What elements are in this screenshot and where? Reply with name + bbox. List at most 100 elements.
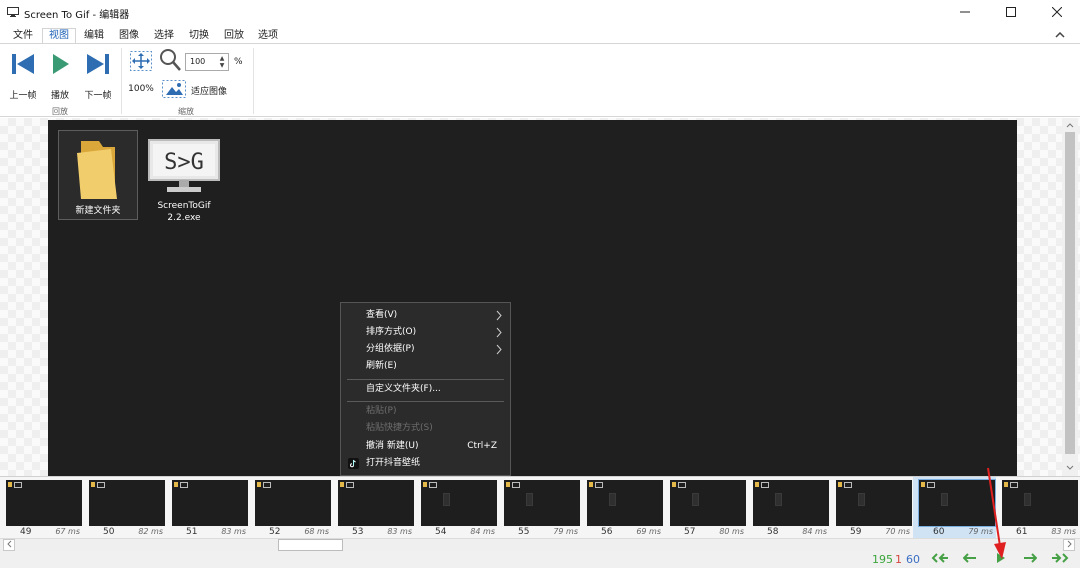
first-frame-button[interactable] [930,552,950,567]
next-frame-nav-button[interactable] [1020,552,1040,567]
last-frame-button[interactable] [1050,552,1070,567]
frame-number: 50 [103,527,115,537]
menu-item-undo-new[interactable]: 撤消 新建(U) Ctrl+Z [341,438,510,455]
exe-label-line1: ScreenToGif [157,201,211,211]
exe-label-line2: 2.2.exe [167,213,201,223]
frame-thumbnail [6,480,82,526]
horizontal-scrollbar[interactable] [0,538,1080,551]
ribbon: 上一帧 播放 下一帧 回放 100 ▲ ▼ % 100% 适应图像 缩放 [0,43,1080,117]
tiktok-icon [348,458,359,476]
menu-item-refresh[interactable]: 刷新(E) [341,358,510,375]
scroll-down-button[interactable] [1062,460,1078,474]
frame-thumbnail [836,480,912,526]
frame-item[interactable]: 54 84 ms [415,477,498,539]
skip-previous-icon [11,52,35,79]
previous-frame-nav-button[interactable] [960,552,980,567]
vertical-scrollbar[interactable] [1062,118,1078,476]
frame-thumbnail [504,480,580,526]
frame-thumbnail [587,480,663,526]
frame-delay: 84 ms [470,527,495,536]
frame-item[interactable]: 58 84 ms [747,477,830,539]
menu-separator [347,379,504,380]
frame-item[interactable]: 57 80 ms [664,477,747,539]
ribbon-tab-bar: 文件 视图 编辑 图像 选择 切换 回放 选项 [0,26,1080,44]
frame-item[interactable]: 51 83 ms [166,477,249,539]
arrow-right-icon [1023,553,1038,566]
frame-number: 52 [269,527,281,537]
playback-group-label: 回放 [52,107,68,116]
horizontal-scroll-thumb[interactable] [278,539,343,551]
frame-thumbnail [1002,480,1078,526]
frame-thumbnail [670,480,746,526]
maximize-button[interactable] [988,0,1034,26]
menu-item-label: 查看(V) [366,310,398,320]
tab-view[interactable]: 视图 [42,28,76,44]
frame-item[interactable]: 61 83 ms [996,477,1079,539]
play-icon [51,52,71,79]
next-frame-button[interactable]: 下一帧 [80,48,116,104]
screentogif-monitor-icon: S>G [147,138,221,197]
chevron-up-icon [1055,30,1065,41]
frame-item[interactable]: 50 82 ms [83,477,166,539]
frame-item[interactable]: 53 83 ms [332,477,415,539]
scroll-left-button[interactable] [3,539,15,551]
frame-item[interactable]: 49 67 ms [0,477,83,539]
close-button[interactable] [1034,0,1080,26]
frame-number: 58 [767,527,779,537]
menu-item-paste-shortcut: 粘贴快捷方式(S) [341,420,510,437]
minimize-button[interactable] [942,0,988,26]
menu-item-open-douyin-wallpaper[interactable]: 打开抖音壁纸 [341,455,510,472]
menu-item-customize-folder[interactable]: 自定义文件夹(F)... [341,381,510,398]
play-button[interactable]: 播放 [44,48,76,104]
zoom-input[interactable]: 100 ▲ ▼ [185,53,229,71]
zoom-spinner[interactable]: ▲ ▼ [218,55,226,69]
scroll-up-button[interactable] [1062,118,1078,132]
fit-window-button[interactable] [128,50,154,74]
menu-item-paste: 粘贴(P) [341,403,510,420]
vertical-scroll-thumb[interactable] [1065,132,1075,454]
landscape-image-icon [161,79,187,102]
frame-delay: 67 ms [55,527,80,536]
frame-number: 56 [601,527,613,537]
menu-item-view[interactable]: 查看(V) [341,307,510,324]
zoom-button[interactable] [158,48,182,74]
menu-item-label: 粘贴快捷方式(S) [366,423,433,433]
play-label: 播放 [50,91,69,101]
minimize-icon [960,7,970,20]
frame-item[interactable]: 52 68 ms [249,477,332,539]
frame-number: 55 [518,527,530,537]
app-icon [7,7,19,21]
frame-delay: 68 ms [304,527,329,536]
collapse-ribbon-button[interactable] [1052,28,1068,42]
frame-number: 49 [20,527,32,537]
zoom-percent-sign: % [234,57,243,67]
frame-preview: 新建文件夹 S>G ScreenToGif 2.2.exe 查看(V) 排序方式… [48,120,1017,476]
frame-thumbnail [421,480,497,526]
zoom-100-button[interactable]: 100% [125,84,157,98]
annotation-arrow-icon [984,466,1008,565]
fit-image-label: 适应图像 [191,87,228,97]
menu-item-sort-by[interactable]: 排序方式(O) [341,324,510,341]
frame-item[interactable]: 59 70 ms [830,477,913,539]
frame-timeline: 49 67 ms 50 82 ms 51 83 ms 52 68 ms 53 8… [0,476,1080,539]
selected-frames-count: 1 [895,553,902,566]
menu-item-label: 刷新(E) [366,361,397,371]
frame-delay: 84 ms [802,527,827,536]
arrow-left-icon [962,553,977,566]
frame-item[interactable]: 56 69 ms [581,477,664,539]
previous-frame-label: 上一帧 [9,91,37,101]
frame-thumbnail [172,480,248,526]
frame-item[interactable]: 55 79 ms [498,477,581,539]
fit-image-button[interactable]: 适应图像 [161,79,233,101]
menu-item-group-by[interactable]: 分组依据(P) [341,341,510,358]
scroll-right-button[interactable] [1063,539,1075,551]
frame-number: 60 [933,527,945,537]
frame-thumbnail [89,480,165,526]
frame-delay: 83 ms [387,527,412,536]
status-bar: 195 1 60 [0,551,1080,568]
previous-frame-button[interactable]: 上一帧 [5,48,41,104]
frame-thumbnail [255,480,331,526]
double-arrow-left-icon [931,553,949,566]
chevron-up-icon [1066,120,1074,131]
zoom-group-label: 缩放 [178,107,194,116]
